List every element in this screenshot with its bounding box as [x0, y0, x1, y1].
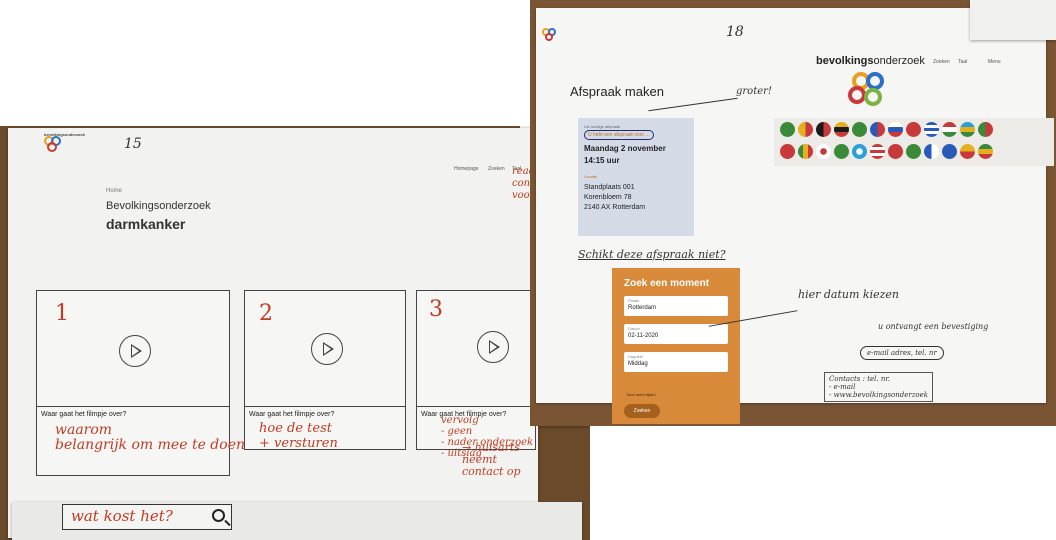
- nav-menu[interactable]: Menu: [988, 59, 1001, 65]
- field-label: Plaats: [628, 298, 640, 303]
- flag-icon[interactable]: [870, 122, 885, 137]
- page-number: 18: [726, 24, 744, 40]
- page-number: 15: [124, 136, 142, 152]
- brand-name: bevolkingsonderzoek: [816, 55, 925, 67]
- video-area[interactable]: 1: [37, 291, 229, 407]
- flag-icon[interactable]: [852, 122, 867, 137]
- logo-icon: [848, 72, 892, 108]
- place-field[interactable]: Plaats Rotterdam: [624, 296, 728, 316]
- search-icon[interactable]: [212, 509, 225, 522]
- page-title: Afspraak maken: [570, 84, 664, 99]
- search-box[interactable]: wat kost het?: [62, 504, 232, 530]
- question-note: Schikt deze afspraak niet?: [578, 248, 726, 261]
- location-line: Korenbloem 78: [584, 194, 632, 201]
- card-number: 2: [259, 301, 273, 326]
- video-card[interactable]: 2 Waar gaat het filmpje over? hoe de tes…: [244, 290, 406, 451]
- video-area[interactable]: 3: [417, 291, 535, 407]
- nav-zoeken[interactable]: Zoeken: [933, 59, 950, 65]
- flag-icon[interactable]: [780, 144, 795, 159]
- location-label: Locatie: [584, 174, 597, 179]
- huisarts-note: → huisarts neemt contact op: [462, 441, 521, 478]
- appointment-pre: Uw huidige afspraak: [584, 124, 621, 129]
- language-flags: [774, 118, 1054, 166]
- right-prototype-photo: 18 bevolkingsonderzoek Zoeken Taal Menu …: [530, 0, 1056, 426]
- appointment-highlight: U hebt een afspraak voor ...: [584, 130, 654, 140]
- location-line: Standplaats 001: [584, 184, 635, 191]
- more-times-checkbox[interactable]: Toon meer tijden: [626, 392, 656, 397]
- appointment-date: Maandag 2 november: [584, 144, 666, 153]
- search-note: wat kost het?: [71, 507, 173, 525]
- nav-homepage[interactable]: Homepage: [454, 166, 478, 172]
- search-moment-form: Zoek een moment Plaats Rotterdam Datum 0…: [612, 268, 740, 424]
- video-card[interactable]: 3 Waar gaat het filmpje over? vervolg - …: [416, 290, 536, 459]
- video-card[interactable]: 1 Waar gaat het filmpje over? waarom bel…: [36, 290, 245, 476]
- flag-icon[interactable]: [924, 122, 939, 137]
- video-area[interactable]: 2: [245, 291, 405, 407]
- contact-note: e-mail adres, tel. nr: [860, 346, 944, 360]
- logo-text: bevolkingsonderzoek: [44, 132, 85, 137]
- form-title: Zoek een moment: [624, 278, 710, 289]
- flag-icon[interactable]: [816, 122, 831, 137]
- breadcrumb[interactable]: Home: [106, 188, 122, 194]
- play-icon[interactable]: [119, 335, 151, 367]
- field-value: Rotterdam: [628, 305, 657, 311]
- nav-zoeken[interactable]: Zoeken: [488, 166, 505, 172]
- card-number: 1: [55, 301, 69, 326]
- play-icon[interactable]: [311, 333, 343, 365]
- date-field[interactable]: Datum 02-11-2020: [624, 324, 728, 344]
- daypart-field[interactable]: Dagdeel Middag: [624, 352, 728, 372]
- flag-icon[interactable]: [870, 144, 885, 159]
- paper-sheet: [970, 0, 1056, 40]
- flag-icon[interactable]: [888, 144, 903, 159]
- flag-icon[interactable]: [888, 122, 903, 137]
- play-icon[interactable]: [477, 331, 509, 363]
- flag-icon[interactable]: [942, 122, 957, 137]
- appointment-time: 14:15 uur: [584, 156, 620, 165]
- field-label: Datum: [628, 326, 640, 331]
- field-label: Dagdeel: [628, 354, 643, 359]
- card-note: hoe de test + versturen: [259, 421, 338, 451]
- flag-icon[interactable]: [978, 144, 993, 159]
- flag-icon[interactable]: [798, 122, 813, 137]
- flag-icon[interactable]: [924, 144, 939, 159]
- flag-icon[interactable]: [906, 122, 921, 137]
- flag-icon[interactable]: [834, 122, 849, 137]
- card-note: waarom belangrijk om mee te doen: [55, 422, 245, 453]
- flag-icon[interactable]: [798, 144, 813, 159]
- flag-icon[interactable]: [942, 144, 957, 159]
- left-prototype-photo: bevolkingsonderzoek 15 Homepage Zoeken T…: [0, 126, 590, 540]
- confirm-note: u ontvangt een bevestiging: [878, 322, 989, 331]
- search-button[interactable]: Zoeken: [624, 404, 660, 418]
- page-title: darmkanker: [106, 216, 186, 232]
- logo-icon: [542, 28, 560, 44]
- card-number: 3: [429, 297, 443, 322]
- flag-icon[interactable]: [780, 122, 795, 137]
- field-value: 02-11-2020: [628, 333, 659, 339]
- flag-icon[interactable]: [906, 144, 921, 159]
- location-line: 2140 AX Rotterdam: [584, 204, 646, 211]
- flag-icon[interactable]: [960, 122, 975, 137]
- date-note: hier datum kiezen: [798, 288, 899, 301]
- flag-icon[interactable]: [960, 144, 975, 159]
- field-value: Middag: [628, 361, 648, 367]
- photo-collage: bevolkingsonderzoek 15 Homepage Zoeken T…: [0, 0, 1056, 540]
- logo-icon: [44, 136, 66, 154]
- flag-icon[interactable]: [978, 122, 993, 137]
- flag-icon[interactable]: [816, 144, 831, 159]
- heading-note: groter!: [736, 86, 772, 97]
- nav-taal[interactable]: Taal: [958, 59, 967, 65]
- card-question: Waar gaat het filmpje over?: [41, 411, 127, 418]
- appointment-card: Uw huidige afspraak U hebt een afspraak …: [578, 118, 694, 236]
- card-question: Waar gaat het filmpje over?: [249, 411, 335, 418]
- flag-icon[interactable]: [852, 144, 867, 159]
- contacts-note: Contacts : tel. nr. - e-mail - www.bevol…: [824, 372, 934, 402]
- page-subtitle: Bevolkingsonderzoek: [106, 200, 211, 212]
- flag-icon[interactable]: [834, 144, 849, 159]
